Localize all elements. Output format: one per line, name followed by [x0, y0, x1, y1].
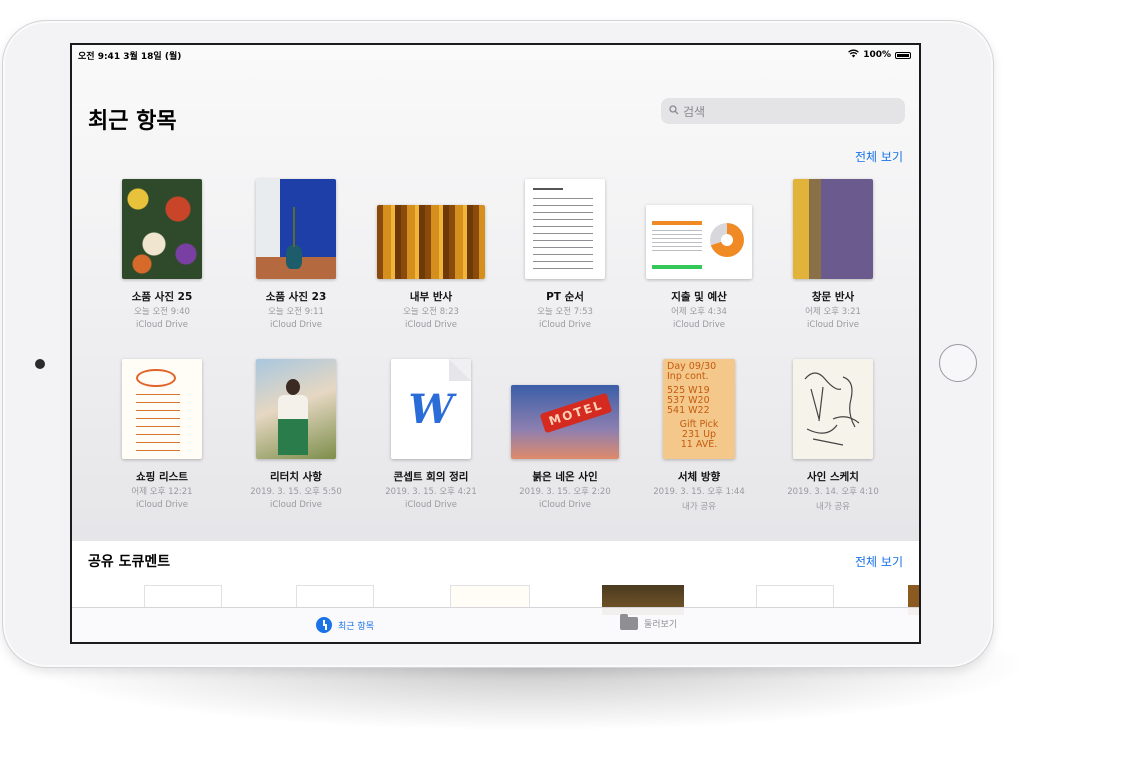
item-name: 붉은 네온 사인	[532, 471, 598, 483]
item-date: 오늘 오전 8:23	[403, 307, 459, 317]
spreadsheet-thumb	[646, 205, 752, 279]
search-field[interactable]: 검색	[661, 98, 905, 124]
thumbnail	[505, 177, 625, 279]
thumbnail	[236, 177, 356, 279]
motel-sign-text: MOTEL	[547, 397, 605, 429]
home-button[interactable]	[939, 344, 977, 382]
item-name: 창문 반사	[811, 291, 855, 303]
shared-see-all-link[interactable]: 전체 보기	[855, 553, 903, 570]
vase-photo-thumb	[256, 179, 336, 279]
item-date: 오늘 오전 9:40	[134, 307, 190, 317]
neon-sign-photo-thumb: MOTEL	[511, 385, 619, 459]
clock-icon	[316, 617, 332, 633]
item-date: 2019. 3. 14. 오후 4:10	[787, 487, 879, 497]
typography-sheet-thumb: Day 09/30 Inp cont. 525 W19 537 W20 541 …	[663, 359, 735, 459]
battery-icon	[895, 51, 911, 59]
item-date: 어제 오후 4:34	[671, 307, 727, 317]
tab-recents[interactable]: 최근 항목	[316, 617, 374, 633]
item-location: iCloud Drive	[269, 320, 322, 330]
item-date: 오늘 오전 7:53	[537, 307, 593, 317]
item-name: 쇼핑 리스트	[136, 471, 188, 483]
item-date: 오늘 오전 9:11	[268, 307, 324, 317]
status-time-date: 오전 9:41 3월 18일 (월)	[78, 52, 182, 62]
thumbnail: Day 09/30 Inp cont. 525 W19 537 W20 541 …	[639, 357, 759, 459]
interior-photo-thumb	[377, 205, 485, 279]
item-name: 소품 사진 23	[265, 291, 327, 303]
item-name: 콘셉트 회의 정리	[393, 471, 469, 483]
thumbnail	[102, 357, 222, 459]
ipad-screen: 오전 9:41 3월 18일 (월) 100% 최근 항목 검색 전체 보기 소…	[70, 43, 921, 644]
item-name: 내부 반사	[409, 291, 453, 303]
type-line: Inp cont.	[667, 371, 709, 382]
thumbnail	[102, 177, 222, 279]
battery-percent: 100%	[863, 50, 891, 60]
portrait-photo-thumb	[256, 359, 336, 459]
thumbnail	[371, 177, 491, 279]
recents-see-all-link[interactable]: 전체 보기	[855, 148, 903, 165]
item-date: 2019. 3. 15. 오후 4:21	[385, 487, 477, 497]
item-location: iCloud Drive	[404, 320, 457, 330]
thumbnail	[773, 177, 893, 279]
item-location: iCloud Drive	[135, 500, 188, 510]
thumbnail	[639, 177, 759, 279]
item-location: 내가 공유	[682, 502, 716, 512]
page-title: 최근 항목	[88, 109, 177, 134]
text-document-thumb	[525, 179, 605, 279]
handwritten-note-thumb	[122, 359, 202, 459]
item-location: iCloud Drive	[538, 320, 591, 330]
tab-browse[interactable]: 둘러보기	[620, 614, 678, 630]
thumbnail	[236, 357, 356, 459]
item-location: iCloud Drive	[135, 320, 188, 330]
recents-section: 오전 9:41 3월 18일 (월) 100% 최근 항목 검색 전체 보기 소…	[72, 45, 919, 541]
search-icon	[669, 104, 679, 118]
item-location: iCloud Drive	[672, 320, 725, 330]
search-placeholder: 검색	[683, 104, 706, 119]
tab-recents-label: 최근 항목	[338, 621, 374, 632]
item-name: 소품 사진 25	[131, 291, 193, 303]
tab-browse-label: 둘러보기	[644, 620, 678, 630]
status-bar: 오전 9:41 3월 18일 (월) 100%	[78, 49, 913, 63]
item-date: 어제 오후 3:21	[805, 307, 861, 317]
item-location: iCloud Drive	[269, 500, 322, 510]
item-location: iCloud Drive	[404, 500, 457, 510]
item-date: 어제 오후 12:21	[131, 487, 193, 497]
word-document-thumb: W	[391, 359, 471, 459]
item-name: PT 순서	[546, 291, 584, 303]
thumbnail: W	[371, 357, 491, 459]
item-date: 2019. 3. 15. 오후 2:20	[519, 487, 611, 497]
type-line: 541 W22	[667, 405, 710, 416]
window-photo-thumb	[793, 179, 873, 279]
wifi-icon	[848, 49, 860, 61]
tab-bar: 최근 항목 둘러보기	[72, 607, 919, 642]
folder-icon	[620, 614, 638, 630]
item-name: 리터치 사항	[270, 471, 322, 483]
thumbnail: MOTEL	[505, 357, 625, 459]
front-camera	[35, 359, 45, 369]
item-date: 2019. 3. 15. 오후 1:44	[653, 487, 745, 497]
type-line: 11 AVE.	[680, 439, 718, 450]
item-location: iCloud Drive	[538, 500, 591, 510]
item-date: 2019. 3. 15. 오후 5:50	[250, 487, 342, 497]
item-name: 사인 스케치	[807, 471, 859, 483]
thumbnail	[773, 357, 893, 459]
item-location: iCloud Drive	[806, 320, 859, 330]
item-name: 지출 및 예산	[671, 291, 727, 303]
sketch-thumb	[793, 359, 873, 459]
status-right: 100%	[848, 49, 911, 61]
shared-section-title: 공유 도큐멘트	[88, 554, 171, 570]
flower-photo-thumb	[122, 179, 202, 279]
item-location: 내가 공유	[816, 502, 850, 512]
item-name: 서체 방향	[677, 471, 721, 483]
word-letter: W	[408, 385, 454, 433]
